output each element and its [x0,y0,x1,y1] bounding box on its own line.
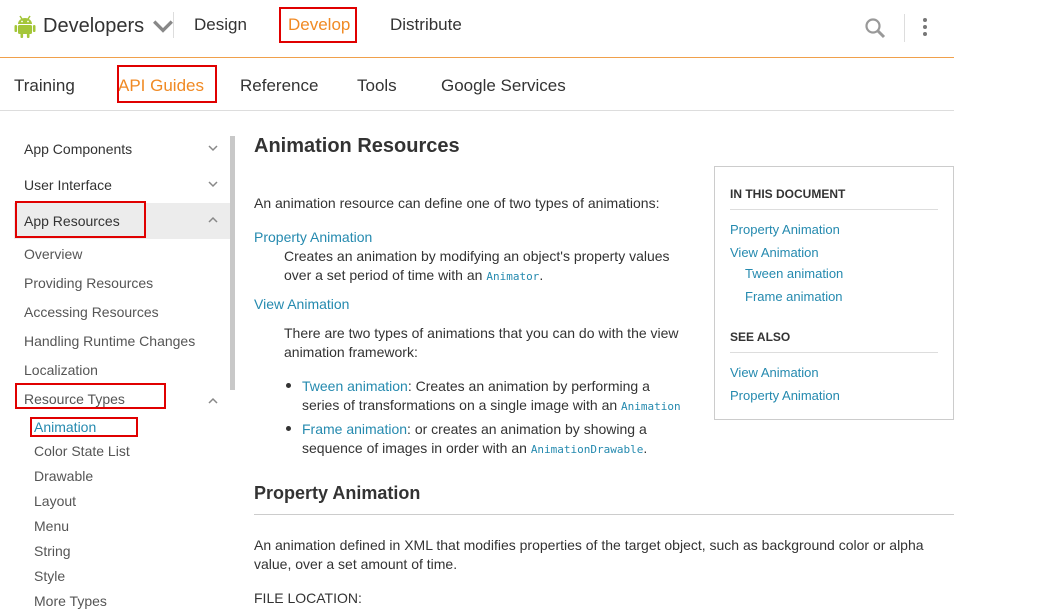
property-animation-link[interactable]: Property Animation [254,228,372,247]
sidebar-subitem-resource-types[interactable]: Resource Types [24,390,125,408]
sidebar-subitem-handling-runtime-changes[interactable]: Handling Runtime Changes [24,332,195,350]
icon-divider [904,14,905,42]
desc-text: : or creates an animation by showing a [407,421,647,437]
see-also-heading: SEE ALSO [730,330,791,344]
subnav-training[interactable]: Training [14,75,75,97]
property-animation-desc-line-2: over a set period of time with an Animat… [284,266,543,286]
desc-text: over a set period of time with an [284,267,487,283]
section-desc-line-2: value, over a set amount of time. [254,556,458,572]
chevron-down-icon [153,20,174,33]
sidebar-subitem-color-state-list[interactable]: Color State List [34,442,130,460]
sidebar-subitem-string[interactable]: String [34,542,71,560]
section-desc-line-1: An animation defined in XML that modifie… [254,537,924,553]
subnav-google-services[interactable]: Google Services [441,75,566,97]
period: . [643,440,648,456]
nav-design[interactable]: Design [194,14,247,36]
property-animation-desc-line-1: Creates an animation by modifying an obj… [284,248,670,264]
sidebar-subitem-animation[interactable]: Animation [34,418,96,436]
tween-animation-link[interactable]: Tween animation [302,378,408,394]
nav-develop[interactable]: Develop [288,14,350,36]
sidebar-subitem-layout[interactable]: Layout [34,492,76,510]
toc-divider [730,209,938,210]
section-divider [254,514,954,515]
in-this-document-box: IN THIS DOCUMENT Property Animation View… [714,166,954,420]
see-also-link-property-animation[interactable]: Property Animation [730,388,840,403]
view-animation-desc-line-2: animation framework: [284,344,418,360]
subnav-api-guides[interactable]: API Guides [118,75,204,97]
tween-line-2: series of transformations on a single im… [302,396,681,416]
desc-text: : Creates an animation by performing a [407,378,650,394]
chevron-down-icon [208,181,218,188]
view-animation-desc-line-1: There are two types of animations that y… [284,325,679,341]
brand[interactable]: Developers [14,12,174,40]
desc-text: sequence of images in order with an [302,440,531,456]
android-logo-icon [14,15,36,38]
sidebar-subitem-accessing-resources[interactable]: Accessing Resources [24,303,159,321]
animator-code-link[interactable]: Animator [486,270,539,283]
subnav-tools[interactable]: Tools [357,75,397,97]
toc-link-property-animation[interactable]: Property Animation [730,222,840,237]
sidebar-subitem-drawable[interactable]: Drawable [34,467,93,485]
animation-code-link[interactable]: Animation [621,400,681,413]
file-location-label: FILE LOCATION: [254,590,362,606]
list-bullet [286,383,291,388]
period: . [539,267,544,283]
sidebar-subitem-overview[interactable]: Overview [24,245,82,263]
frame-line-1: Frame animation: or creates an animation… [302,420,647,439]
tween-line-1: Tween animation: Creates an animation by… [302,377,650,396]
sidebar-subitem-menu[interactable]: Menu [34,517,69,535]
section-title: Property Animation [254,483,421,503]
sidebar-subitem-providing-resources[interactable]: Providing Resources [24,274,153,292]
sub-navigation: Training API Guides Reference Tools Goog… [0,59,954,111]
toc-divider [730,352,938,353]
chevron-down-icon [208,145,218,152]
animation-drawable-code-link[interactable]: AnimationDrawable [531,443,644,456]
nav-divider [173,12,174,38]
chevron-up-icon [208,397,218,404]
sidebar-item-user-interface[interactable]: User Interface [14,167,230,203]
sidebar-item-label: App Resources [24,213,120,229]
toc-link-tween-animation[interactable]: Tween animation [745,266,843,281]
search-icon[interactable] [864,17,886,39]
chevron-up-icon [208,216,218,223]
toc-link-view-animation[interactable]: View Animation [730,245,819,260]
list-bullet [286,426,291,431]
toc-link-frame-animation[interactable]: Frame animation [745,289,843,304]
more-vert-icon[interactable] [920,17,930,39]
frame-line-2: sequence of images in order with an Anim… [302,439,647,459]
frame-animation-link[interactable]: Frame animation [302,421,407,437]
sidebar-subitem-localization[interactable]: Localization [24,361,98,379]
view-animation-link[interactable]: View Animation [254,295,349,314]
toc-heading: IN THIS DOCUMENT [730,187,846,201]
sidebar-subitem-more-types[interactable]: More Types [34,592,107,610]
sidebar-scrollbar[interactable] [230,136,235,390]
intro-text: An animation resource can define one of … [254,195,660,211]
sidebar-item-app-resources[interactable]: App Resources [14,203,230,239]
sidebar-item-label: User Interface [24,177,112,193]
see-also-link-view-animation[interactable]: View Animation [730,365,819,380]
sidebar-nav: App Components User Interface App Resour… [14,130,230,613]
page-title: Animation Resources [254,135,460,157]
sidebar-item-label: App Components [24,141,133,157]
sidebar-item-app-components[interactable]: App Components [14,131,230,167]
sidebar-subitem-style[interactable]: Style [34,567,65,585]
desc-text: series of transformations on a single im… [302,397,622,413]
brand-name: Developers [43,14,145,37]
nav-distribute[interactable]: Distribute [390,14,462,36]
subnav-reference[interactable]: Reference [240,75,318,97]
top-header: Developers Design Develop Distribute [0,0,954,58]
